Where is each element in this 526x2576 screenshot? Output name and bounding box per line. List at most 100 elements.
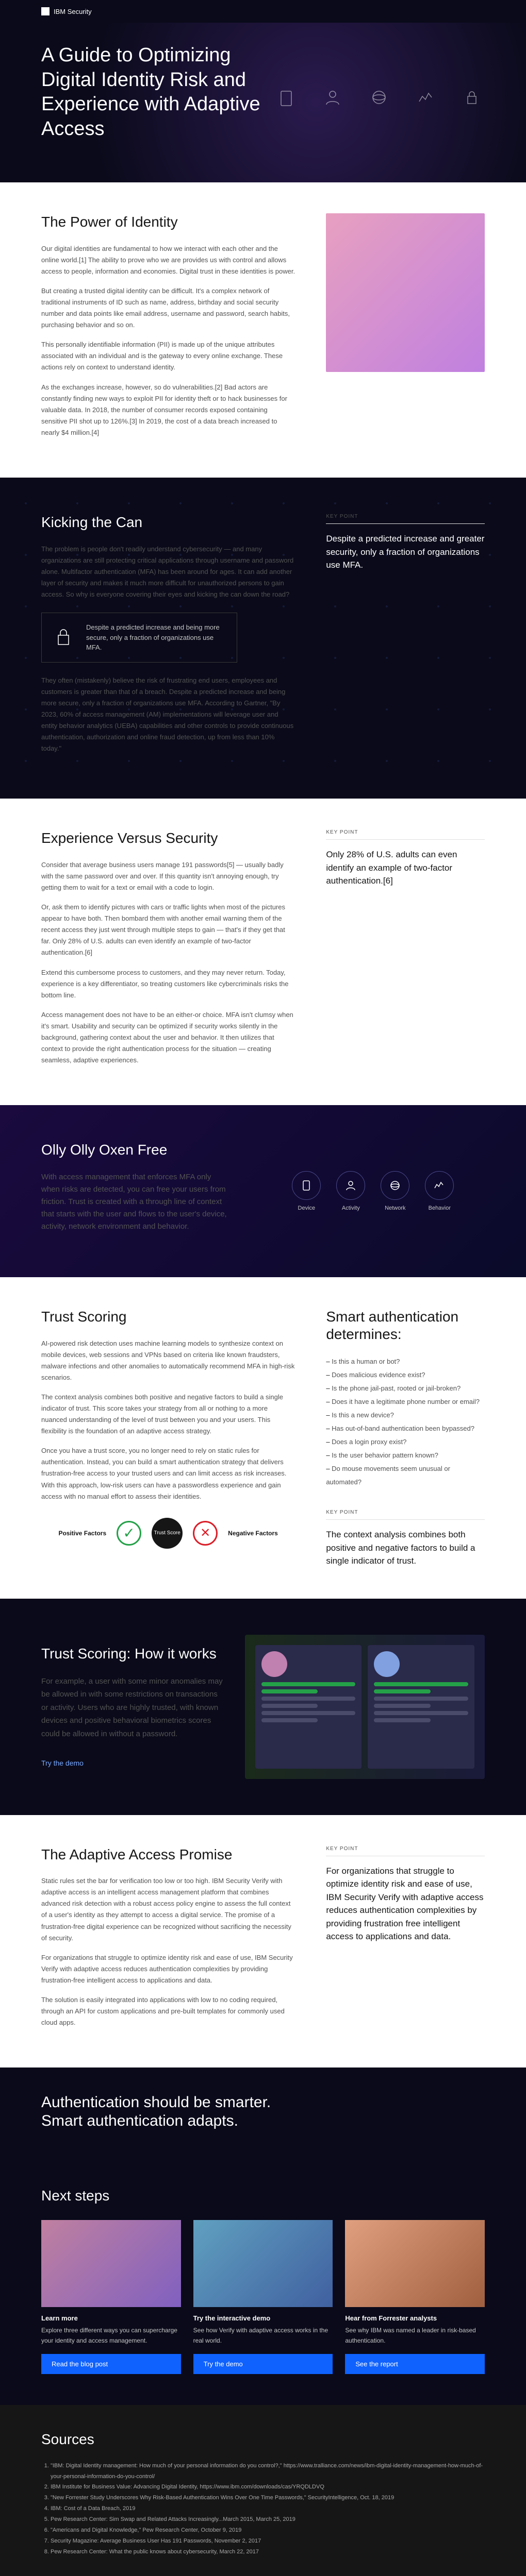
s3-p2: Or, ask them to identify pictures with c… [41,902,295,958]
s5-heading: Trust Scoring: How it works [41,1645,224,1663]
x-icon: ✕ [193,1521,218,1546]
list-item: Does it have a legitimate phone number o… [326,1395,485,1409]
cta-line1: Authentication should be smarter. [41,2093,485,2112]
s4-key: The context analysis combines both posit… [326,1528,485,1568]
section-experience-vs-security: Experience Versus Security Consider that… [0,799,526,1105]
s1-heading: The Power of Identity [41,213,295,231]
try-demo-link[interactable]: Try the demo [41,1759,84,1767]
s6-p3: The solution is easily integrated into a… [41,1994,295,2028]
s3-heading: Experience Versus Security [41,829,295,847]
s2-key: Despite a predicted increase and greater… [326,532,485,572]
olly-network: Network [381,1171,409,1211]
trust-score-circle: Trust Score [152,1518,183,1549]
s1-p4: As the exchanges increase, however, so d… [41,382,295,438]
demo-mockup [245,1635,485,1779]
try-demo-button[interactable]: Try the demo [193,2354,333,2374]
olly-icons-row: Device Activity Network Behavior [261,1171,485,1211]
s2-callout-text: Despite a predicted increase and being m… [86,622,227,653]
s4-p2: The context analysis combines both posit… [41,1392,295,1437]
sources-list: "IBM: Digital Identity management: How m… [41,2461,485,2557]
list-item: Is the phone jail-past, rooted or jail-b… [326,1382,485,1395]
ibm-logo-icon [41,7,50,15]
behavior-icon [413,84,438,110]
s1-p2: But creating a trusted digital identity … [41,285,295,331]
key-label: KEY POINT [326,514,485,524]
sources-heading: Sources [41,2431,485,2448]
card-title: Hear from Forrester analysts [345,2314,485,2322]
hero-title: A Guide to Optimizing Digital Identity R… [41,43,289,141]
section-next-steps: Next steps Learn more Explore three diff… [0,2156,526,2405]
section-scoring-demo: Trust Scoring: How it works For example,… [0,1599,526,1815]
list-item: Is this a new device? [326,1409,485,1422]
section-power-of-identity: The Power of Identity Our digital identi… [0,182,526,478]
card-title: Learn more [41,2314,181,2322]
list-item: Does malicious evidence exist? [326,1368,485,1382]
brand-label: IBM Security [54,8,92,15]
s3-p3: Extend this cumbersome process to custom… [41,967,295,1001]
s4-heading1: Trust Scoring [41,1308,295,1326]
s4-heading2: Smart authentication determines: [326,1308,485,1343]
hero: A Guide to Optimizing Digital Identity R… [0,23,526,182]
network-icon [381,1171,409,1200]
list-item: Is the user behavior pattern known? [326,1449,485,1462]
key-label: KEY POINT [326,1846,485,1856]
lock-icon [459,84,485,110]
source-item: Pew Research Center: Sim Swap and Relate… [51,2514,485,2525]
source-item: "New Forrester Study Underscores Why Ris… [51,2493,485,2503]
olly-heading: Olly Olly Oxen Free [41,1141,231,1159]
cta-line2: Smart authentication adapts. [41,2112,485,2130]
section-trust-scoring: Trust Scoring AI-powered risk detection … [0,1277,526,1599]
device-icon [273,84,299,110]
section-kicking-the-can: Kicking the Can The problem is people do… [0,478,526,799]
avatar [261,1651,287,1677]
activity-icon [336,1171,365,1200]
list-item: Does a login proxy exist? [326,1435,485,1449]
list-item: Has out-of-band authentication been bypa… [326,1422,485,1435]
behavior-icon [425,1171,454,1200]
s3-p4: Access management does not have to be an… [41,1009,295,1066]
read-blog-button[interactable]: Read the blog post [41,2354,181,2374]
card-desc: See how Verify with adaptive access work… [193,2325,333,2347]
s2-callout: Despite a predicted increase and being m… [41,613,237,663]
hero-icons [273,84,485,110]
key-label: KEY POINT [326,1510,485,1520]
trust-diagram: Positive Factors ✓ Trust Score ✕ Negativ… [41,1518,295,1549]
olly-device: Device [292,1171,321,1211]
s6-p2: For organizations that struggle to optim… [41,1952,295,1986]
card-image [41,2220,181,2307]
olly-activity: Activity [336,1171,365,1211]
neg-label: Negative Factors [228,1530,278,1537]
olly-body: With access management that enforces MFA… [41,1171,231,1233]
smart-auth-list: Is this a human or bot? Does malicious e… [326,1355,485,1489]
see-report-button[interactable]: See the report [345,2354,485,2374]
next-card-demo: Try the interactive demo See how Verify … [193,2220,333,2374]
s2-p2: They often (mistakenly) believe the risk… [41,675,295,755]
card-desc: Explore three different ways you can sup… [41,2325,181,2347]
s2-p1: The problem is people don't readily unde… [41,544,295,600]
s1-p3: This personally identifiable information… [41,339,295,373]
section-adaptive-promise: The Adaptive Access Promise Static rules… [0,1815,526,2068]
next-card-forrester: Hear from Forrester analysts See why IBM… [345,2220,485,2374]
s6-p1: Static rules set the bar for verificatio… [41,1875,295,1944]
network-icon [366,84,392,110]
avatar [374,1651,400,1677]
s3-key: Only 28% of U.S. adults can even identif… [326,848,485,888]
source-item: IBM Institute for Business Value: Advanc… [51,2482,485,2493]
s5-body: For example, a user with some minor anom… [41,1675,224,1741]
key-label: KEY POINT [326,829,485,840]
mock-user-card [368,1645,474,1769]
section-sources: Sources "IBM: Digital Identity managemen… [0,2405,526,2576]
s4-p1: AI-powered risk detection uses machine l… [41,1338,295,1383]
s2-heading: Kicking the Can [41,514,295,531]
mock-user-card [255,1645,362,1769]
list-item: Is this a human or bot? [326,1355,485,1368]
s3-p1: Consider that average business users man… [41,859,295,893]
s6-key: For organizations that struggle to optim… [326,1865,485,1943]
next-card-learn: Learn more Explore three different ways … [41,2220,181,2374]
next-heading: Next steps [41,2187,485,2205]
lock-shield-icon [51,625,76,650]
s6-heading: The Adaptive Access Promise [41,1846,295,1863]
source-item: Pew Research Center: What the public kno… [51,2547,485,2557]
brand-bar: IBM Security [0,0,526,23]
olly-behavior: Behavior [425,1171,454,1211]
